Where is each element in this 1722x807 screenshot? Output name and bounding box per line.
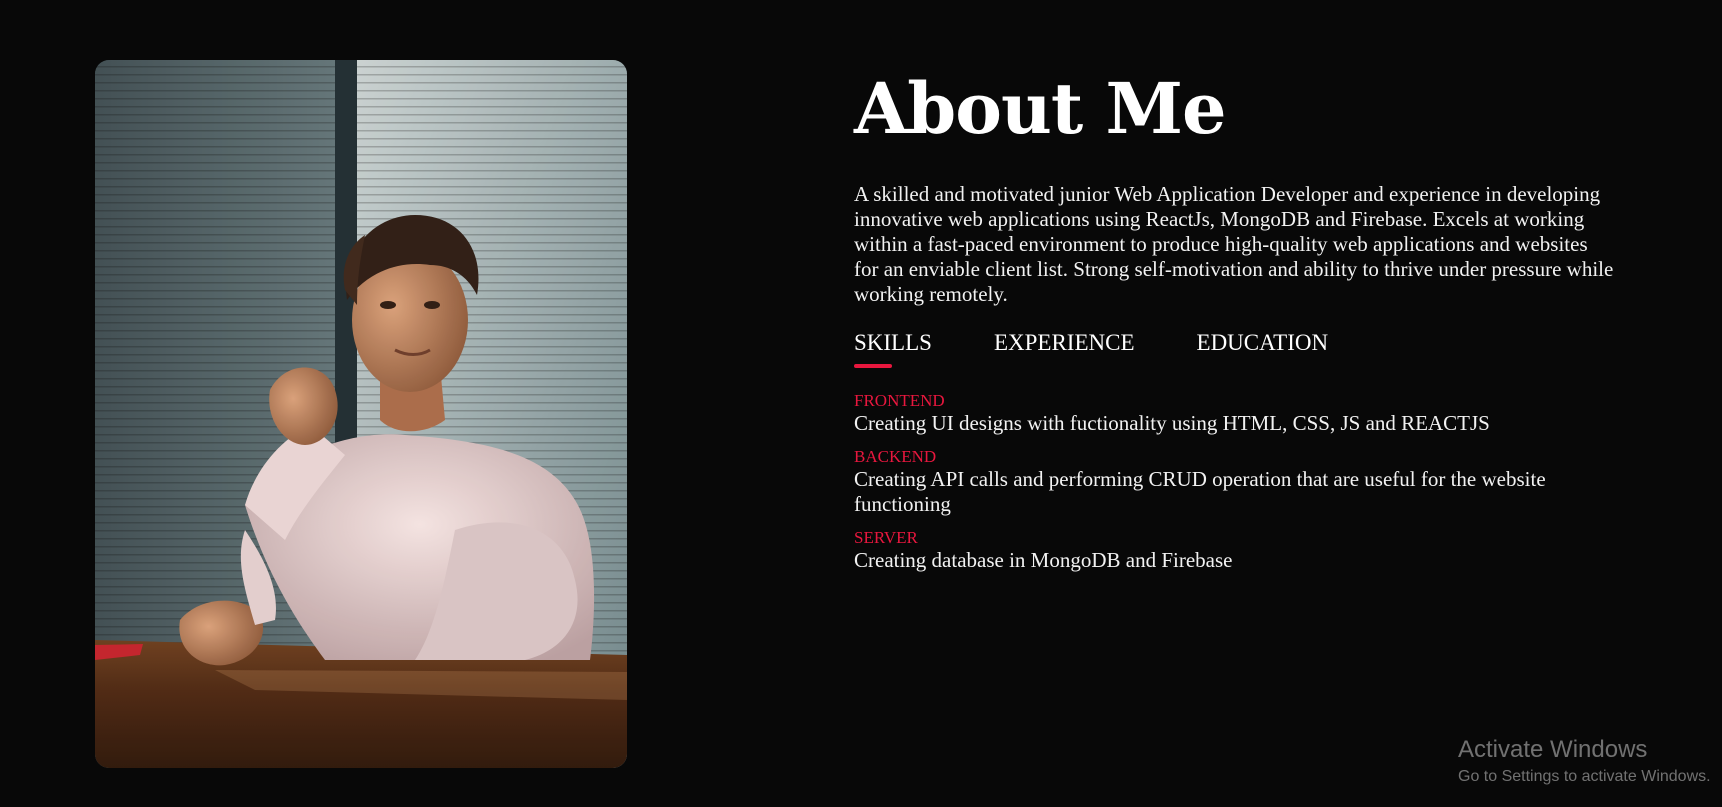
skills-list: FRONTEND Creating UI designs with fuctio… xyxy=(854,391,1614,573)
page: About Me A skilled and motivated junior … xyxy=(0,0,1722,807)
list-item: SERVER Creating database in MongoDB and … xyxy=(854,528,1614,573)
profile-photo xyxy=(95,60,627,768)
list-item: BACKEND Creating API calls and performin… xyxy=(854,447,1614,517)
tab-skills[interactable]: SKILLS xyxy=(854,329,932,377)
skill-description: Creating database in MongoDB and Firebas… xyxy=(854,548,1233,572)
skill-description: Creating UI designs with fuctionality us… xyxy=(854,411,1490,435)
skill-title: FRONTEND xyxy=(854,391,945,410)
skill-description: Creating API calls and performing CRUD o… xyxy=(854,467,1546,516)
profile-photo-illustration xyxy=(95,60,627,768)
tab-education[interactable]: EDUCATION xyxy=(1197,329,1329,377)
activate-windows-watermark: Activate Windows Go to Settings to activ… xyxy=(1458,736,1722,788)
skill-title: SERVER xyxy=(854,528,918,547)
tab-bar: SKILLS EXPERIENCE EDUCATION xyxy=(854,329,1614,377)
tab-experience[interactable]: EXPERIENCE xyxy=(994,329,1135,377)
about-section: About Me A skilled and motivated junior … xyxy=(854,62,1614,584)
watermark-title: Activate Windows xyxy=(1458,736,1648,763)
intro-paragraph: A skilled and motivated junior Web Appli… xyxy=(854,182,1614,306)
page-title: About Me xyxy=(854,67,1227,150)
list-item: FRONTEND Creating UI designs with fuctio… xyxy=(854,391,1614,436)
watermark-subtitle: Go to Settings to activate Windows. xyxy=(1458,768,1711,785)
skill-title: BACKEND xyxy=(854,447,937,466)
